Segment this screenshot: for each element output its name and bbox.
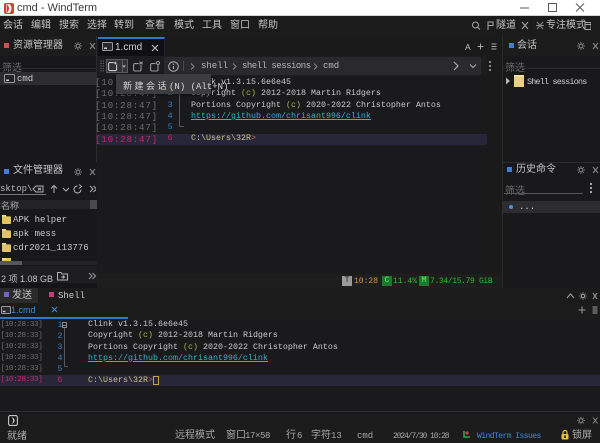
svg-text:A: A xyxy=(465,42,471,52)
